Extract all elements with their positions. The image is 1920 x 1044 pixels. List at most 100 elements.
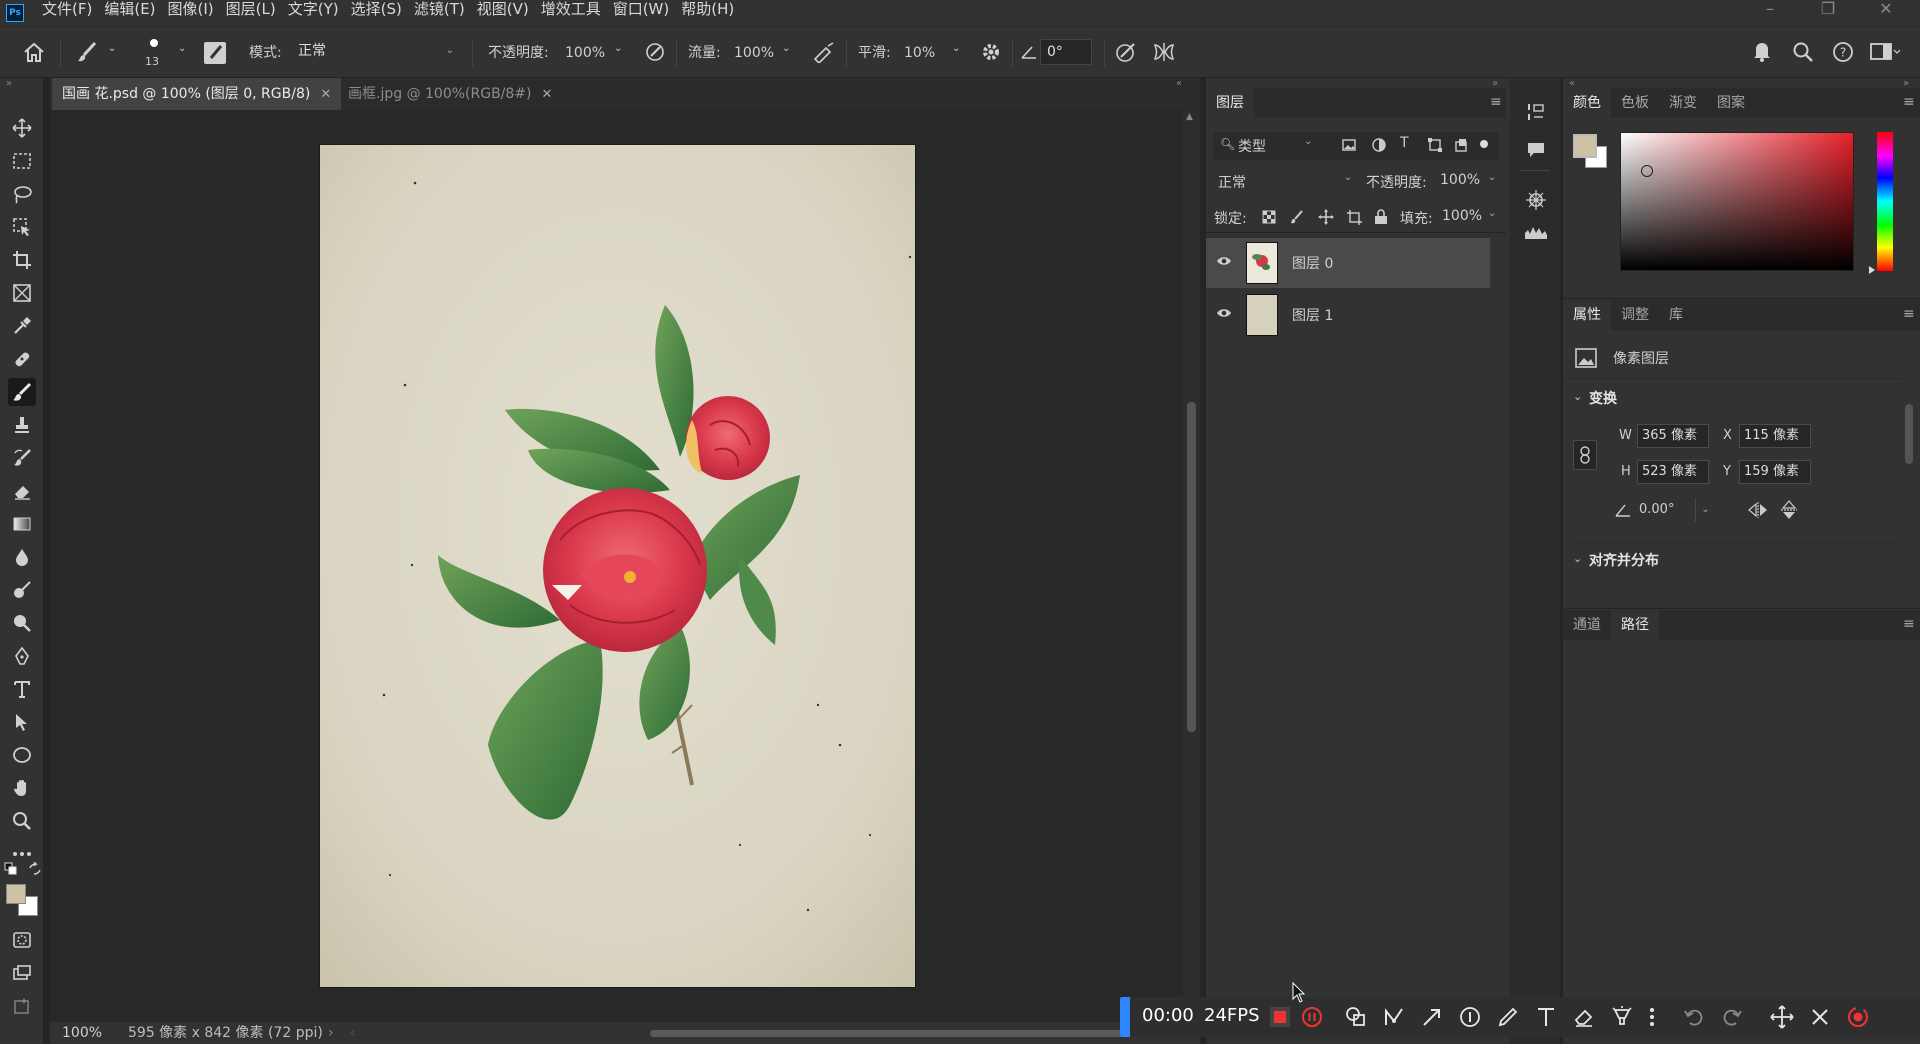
chevron-down-icon[interactable]: ⌄ [782, 43, 790, 54]
tab-libraries[interactable]: 库 [1659, 300, 1693, 330]
menu-image[interactable]: 图像(I) [168, 0, 222, 26]
blur-tool-icon[interactable] [8, 543, 36, 571]
expand-toolbar-icon[interactable]: » [6, 78, 12, 89]
shape-annotation-icon[interactable] [1344, 1005, 1368, 1029]
type-tool-icon[interactable] [8, 675, 36, 703]
menu-edit[interactable]: 编辑(E) [104, 0, 163, 26]
collapse-icon[interactable]: « [1176, 78, 1182, 89]
close-tab-icon[interactable]: ✕ [320, 87, 331, 102]
fg-bg-colors[interactable] [1573, 134, 1607, 168]
text-annotation-icon[interactable] [1534, 1005, 1558, 1029]
tab-layers[interactable]: 图层 [1206, 88, 1254, 118]
undo-icon[interactable] [1682, 1005, 1706, 1029]
horizontal-scroll-thumb[interactable] [650, 1030, 1170, 1037]
spotlight-icon[interactable] [1610, 1005, 1634, 1029]
stamp-tool-icon[interactable] [8, 411, 36, 439]
chevron-down-icon[interactable]: ⌄ [614, 43, 622, 54]
link-dimensions-icon[interactable] [1573, 440, 1597, 470]
minimize-icon[interactable]: – [1750, 0, 1790, 22]
healing-brush-tool-icon[interactable] [8, 345, 36, 373]
lock-artboard-icon[interactable] [1346, 209, 1362, 225]
record-status-icon[interactable] [1846, 1005, 1870, 1029]
gradient-tool-icon[interactable] [8, 510, 36, 538]
move-tool-icon[interactable] [8, 114, 36, 142]
recorder-grip[interactable] [1120, 997, 1130, 1037]
menu-filter[interactable]: 滤镜(T) [414, 0, 473, 26]
y-input[interactable]: 159 像素 [1739, 460, 1811, 484]
chevron-down-icon[interactable]: ⌄ [1488, 172, 1496, 183]
tab-paths[interactable]: 路径 [1611, 610, 1659, 640]
chevron-down-icon[interactable]: ⌄ [108, 43, 116, 54]
hue-slider[interactable] [1877, 132, 1893, 271]
tab-patterns[interactable]: 图案 [1707, 88, 1755, 118]
scroll-left-icon[interactable]: ‹ [350, 1022, 356, 1044]
tab-gradients[interactable]: 渐变 [1659, 88, 1707, 118]
menu-select[interactable]: 选择(S) [351, 0, 410, 26]
scroll-thumb[interactable] [1187, 402, 1196, 732]
panel-menu-icon[interactable]: ≡ [1903, 616, 1915, 632]
lock-transparent-icon[interactable] [1262, 210, 1276, 224]
brush-tool-preset-icon[interactable] [76, 41, 98, 63]
tab-color[interactable]: 颜色 [1563, 88, 1611, 118]
filter-shape-icon[interactable] [1428, 138, 1442, 152]
menu-type[interactable]: 文字(Y) [288, 0, 347, 26]
pressure-size-icon[interactable] [1114, 41, 1138, 63]
restore-icon[interactable]: ❐ [1808, 0, 1848, 22]
pressure-opacity-icon[interactable] [644, 41, 666, 63]
lock-all-icon[interactable] [1374, 209, 1388, 225]
filter-adjustment-icon[interactable] [1372, 138, 1386, 152]
chevron-down-icon[interactable]: ⌄ [1488, 208, 1496, 219]
hue-slider-handle[interactable] [1869, 266, 1875, 274]
properties-scroll-thumb[interactable] [1905, 404, 1913, 464]
comments-panel-icon[interactable] [1526, 140, 1546, 160]
tab-swatches[interactable]: 色板 [1611, 88, 1659, 118]
chevron-down-icon[interactable]: ⌄ [1573, 390, 1582, 403]
chevron-down-icon[interactable]: ⌄ [1573, 552, 1582, 565]
hand-tool-icon[interactable] [8, 774, 36, 802]
layer-row[interactable]: 图层 0 [1206, 238, 1490, 288]
move-recorder-icon[interactable] [1770, 1005, 1794, 1029]
height-input[interactable]: 523 像素 [1637, 460, 1709, 484]
chevron-down-icon[interactable]: ⌄ [952, 43, 960, 54]
path-annotation-icon[interactable] [1382, 1005, 1406, 1029]
document-canvas[interactable] [320, 145, 915, 987]
workspace-icon[interactable] [1870, 42, 1900, 62]
chevron-down-icon[interactable]: ⌄ [178, 43, 186, 54]
color-swatches[interactable] [6, 884, 38, 916]
symmetry-icon[interactable] [1152, 41, 1176, 63]
opacity-value[interactable]: 100% [565, 27, 605, 79]
ellipse-tool-icon[interactable] [8, 741, 36, 769]
width-input[interactable]: 365 像素 [1637, 424, 1709, 448]
swap-colors-icon[interactable] [28, 862, 42, 876]
notification-bell-icon[interactable] [1752, 40, 1772, 62]
screen-mode-icon[interactable] [8, 959, 36, 987]
help-icon[interactable]: ? [1832, 41, 1854, 63]
history-brush-tool-icon[interactable] [8, 444, 36, 472]
flow-value[interactable]: 100% [734, 27, 774, 79]
zoom-tool-icon[interactable] [8, 807, 36, 835]
close-recorder-icon[interactable] [1808, 1005, 1832, 1029]
home-icon[interactable] [22, 41, 46, 63]
eraser-tool-icon[interactable] [8, 477, 36, 505]
visibility-eye-icon[interactable] [1216, 307, 1232, 319]
generative-icon[interactable] [8, 992, 36, 1020]
tab-inactive-document[interactable]: 画框.jpg @ 100%(RGB/8#) ✕ [338, 78, 562, 110]
rotation-value[interactable]: 0.00° [1639, 502, 1674, 517]
layer-row[interactable]: 图层 1 [1206, 290, 1490, 340]
brush-size-picker[interactable]: 13 [130, 35, 180, 73]
eraser-annotation-icon[interactable] [1572, 1005, 1596, 1029]
tab-channels[interactable]: 通道 [1563, 610, 1611, 640]
mode-select[interactable]: 正常 ⌄ [292, 39, 460, 65]
lock-position-icon[interactable] [1318, 209, 1334, 225]
pause-record-icon[interactable] [1300, 1005, 1324, 1029]
menu-file[interactable]: 文件(F) [42, 0, 100, 26]
lock-pixels-icon[interactable] [1290, 210, 1304, 224]
arrow-annotation-icon[interactable] [1420, 1005, 1444, 1029]
color-picker-field[interactable] [1620, 132, 1854, 271]
pen-annotation-icon[interactable] [1496, 1005, 1520, 1029]
crop-tool-icon[interactable] [8, 246, 36, 274]
blend-mode-select[interactable]: 正常 ⌄ [1214, 168, 1354, 194]
search-icon[interactable] [1792, 41, 1814, 63]
filter-smart-object-icon[interactable] [1454, 138, 1468, 152]
pen-tool-icon[interactable] [8, 642, 36, 670]
